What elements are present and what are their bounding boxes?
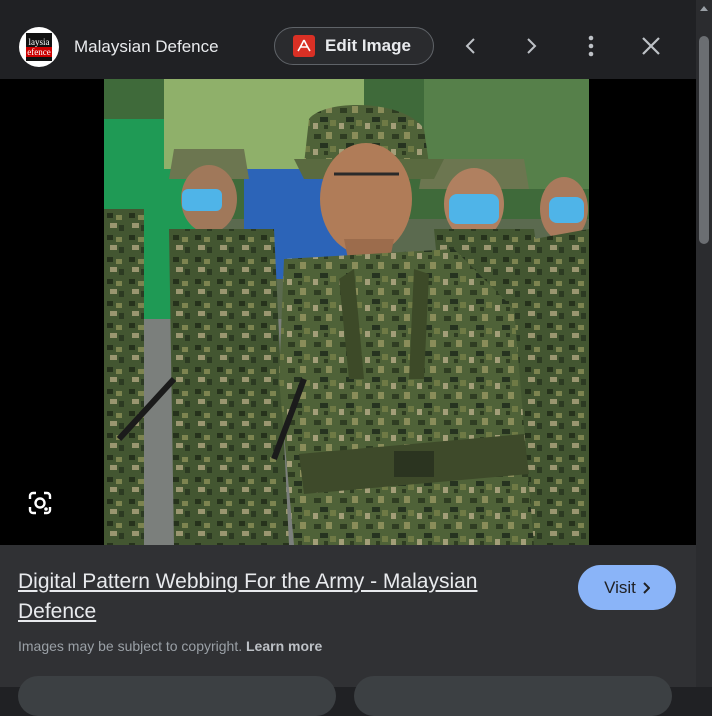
bottom-action-button-right[interactable]: [354, 676, 672, 716]
google-lens-icon[interactable]: [26, 489, 54, 517]
site-logo[interactable]: laysia efence: [19, 27, 59, 67]
preview-image[interactable]: [104, 79, 589, 545]
copyright-notice: Images may be subject to copyright. Lear…: [18, 638, 322, 654]
scroll-thumb[interactable]: [699, 36, 709, 244]
edit-image-label: Edit Image: [325, 36, 411, 55]
learn-more-link[interactable]: Learn more: [246, 638, 322, 654]
scrollbar[interactable]: [696, 0, 712, 687]
site-logo-mark: laysia efence: [26, 33, 52, 61]
viewer-header: laysia efence Malaysian Defence Edit Ima…: [0, 0, 696, 79]
copyright-text: Images may be subject to copyright.: [18, 638, 243, 654]
pdf-icon: [293, 35, 315, 57]
result-info-panel: Digital Pattern Webbing For the Army - M…: [0, 545, 696, 716]
chevron-right-icon: [643, 581, 650, 594]
site-name[interactable]: Malaysian Defence: [74, 37, 219, 57]
scroll-up-arrow-icon[interactable]: [700, 6, 708, 11]
logo-text-bottom: efence: [26, 47, 52, 57]
chevron-right-icon[interactable]: [519, 33, 543, 59]
image-preview-area: [0, 79, 696, 545]
more-vert-icon[interactable]: [579, 33, 603, 59]
result-title-link[interactable]: Digital Pattern Webbing For the Army - M…: [18, 567, 538, 627]
visit-label: Visit: [604, 577, 636, 597]
logo-text-top: laysia: [28, 37, 50, 47]
close-icon[interactable]: [639, 33, 663, 59]
edit-image-button[interactable]: Edit Image: [274, 27, 434, 65]
chevron-left-icon[interactable]: [459, 33, 483, 59]
visit-button[interactable]: Visit: [578, 565, 676, 610]
bottom-action-button-left[interactable]: [18, 676, 336, 716]
